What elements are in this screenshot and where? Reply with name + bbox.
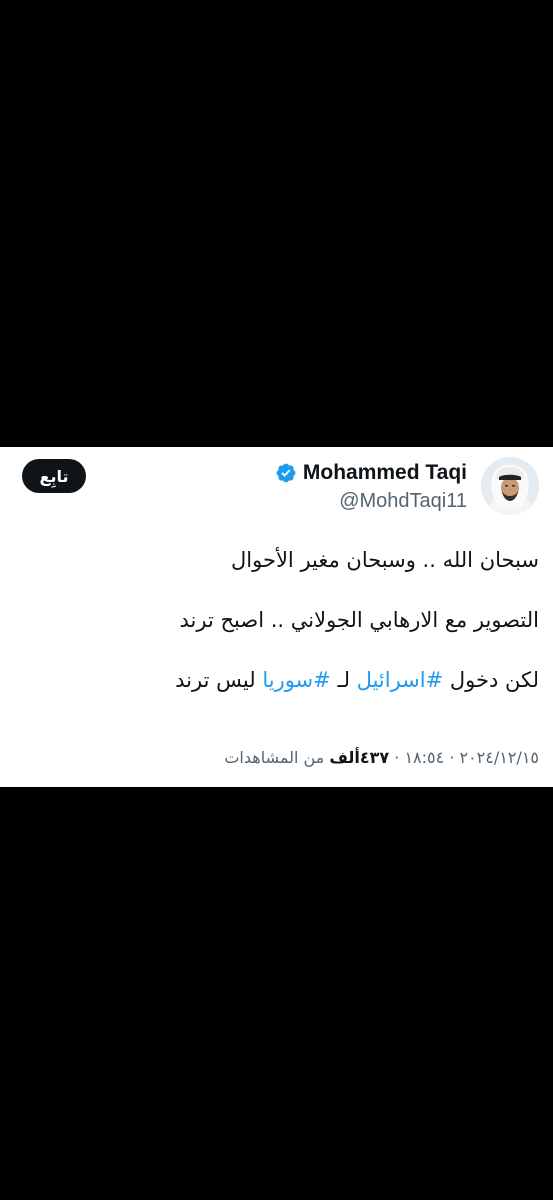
tweet-line-3-prefix: لكن دخول: [443, 668, 539, 692]
author-avatar[interactable]: [481, 457, 539, 515]
tweet-meta: ٢٠٢٤/١٢/١٥ · ١٨:٥٤ · ٤٣٧ألف من المشاهدات: [14, 748, 539, 767]
author-display-name[interactable]: Mohammed Taqi: [303, 461, 467, 485]
follow-button[interactable]: تابِع: [22, 459, 86, 493]
views-label: من المشاهدات: [224, 748, 330, 767]
tweet-date[interactable]: ٢٠٢٤/١٢/١٥: [459, 748, 539, 767]
tweet-line-1: سبحان الله .. وسبحان مغير الأحوال: [231, 548, 539, 572]
verified-badge-icon: [275, 462, 297, 484]
views-count[interactable]: ٤٣٧ألف: [329, 748, 389, 767]
meta-separator: ·: [444, 748, 460, 767]
tweet-line-3-suffix: ليس ترند: [175, 668, 263, 692]
tweet-line-3: لكن دخول #اسرائيل لـ #سوريا ليس ترند: [14, 663, 539, 697]
author-name-row[interactable]: Mohammed Taqi: [275, 461, 467, 485]
hashtag-syria[interactable]: #سوريا: [262, 668, 330, 692]
tweet-time[interactable]: ١٨:٥٤: [404, 748, 444, 767]
hashtag-israel[interactable]: #اسرائيل: [357, 668, 444, 692]
author-handle[interactable]: @MohdTaqi11: [339, 490, 467, 513]
tweet-text: سبحان الله .. وسبحان مغير الأحوال التصوي…: [14, 543, 539, 697]
tweet-line-3-middle: لـ: [330, 668, 357, 692]
tweet-line-2: التصوير مع الارهابي الجولاني .. اصبح ترن…: [179, 608, 539, 632]
avatar-image: [481, 457, 539, 515]
meta-separator-2: ·: [389, 748, 405, 767]
tweet-card: Mohammed Taqi @MohdTaqi11 تابِع سبحان ال…: [0, 447, 553, 787]
